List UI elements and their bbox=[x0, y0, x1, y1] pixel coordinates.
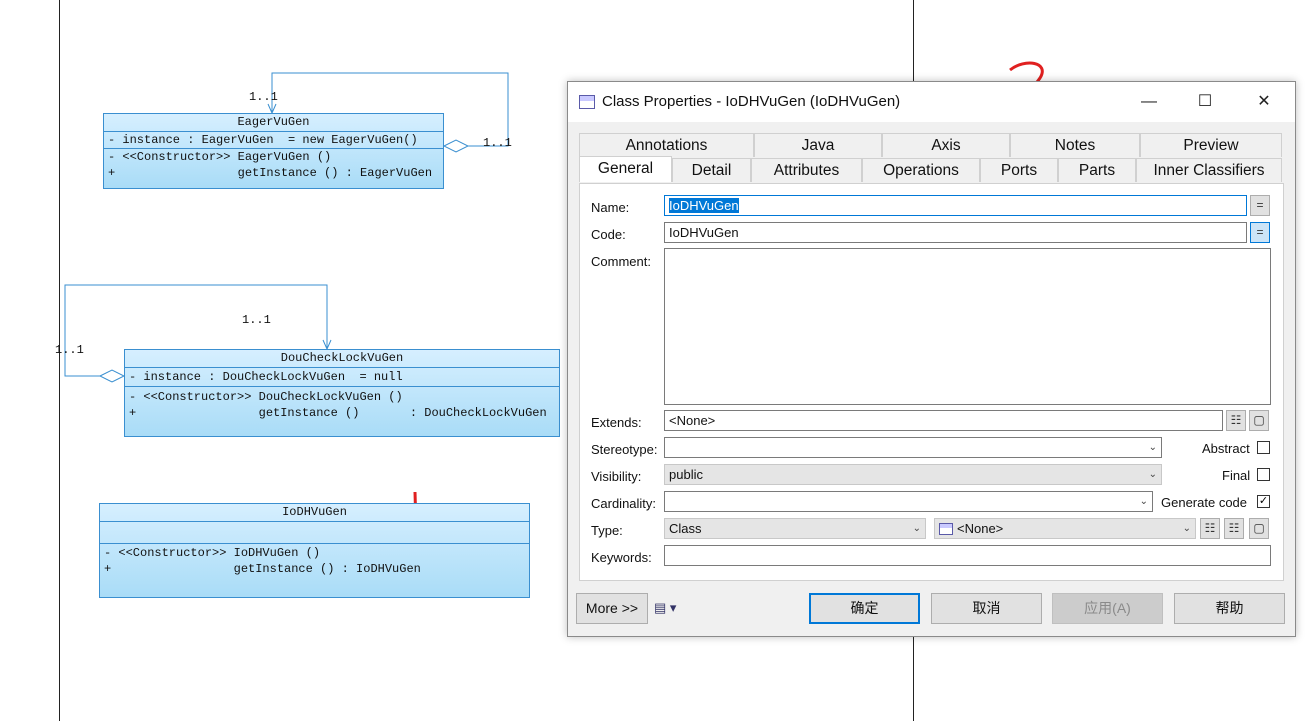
stereotype-combo[interactable]: ⌄ bbox=[664, 437, 1162, 458]
class-doucheckcklockvugen[interactable]: DouCheckLockVuGen - instance : DouCheckL… bbox=[124, 349, 560, 437]
class-properties-dialog: Class Properties - IoDHVuGen (IoDHVuGen)… bbox=[567, 81, 1296, 637]
final-checkbox[interactable] bbox=[1257, 468, 1270, 481]
dialog-titlebar[interactable]: Class Properties - IoDHVuGen (IoDHVuGen)… bbox=[568, 82, 1295, 122]
cardinality-combo[interactable]: ⌄ bbox=[664, 491, 1153, 512]
attribute-row: - instance : DouCheckLockVuGen = null bbox=[129, 370, 403, 384]
dcl-multiplicity-left: 1..1 bbox=[55, 343, 84, 357]
apply-button[interactable]: 应用(A) bbox=[1052, 593, 1163, 624]
tab-notes[interactable]: Notes bbox=[1010, 133, 1140, 157]
attributes-section bbox=[100, 522, 529, 544]
code-field[interactable]: IoDHVuGen bbox=[664, 222, 1247, 243]
chevron-down-icon: ⌄ bbox=[1148, 442, 1157, 453]
operation-row: + getInstance () : IoDHVuGen bbox=[104, 562, 421, 576]
operations-section: - <<Constructor>> IoDHVuGen () + getInst… bbox=[100, 544, 529, 577]
tab-preview[interactable]: Preview bbox=[1140, 133, 1282, 157]
comment-textarea[interactable] bbox=[664, 248, 1271, 405]
name-field[interactable]: IoDHVuGen bbox=[664, 195, 1247, 216]
type-classifier-combo[interactable]: <None> ⌄ bbox=[934, 518, 1196, 539]
keywords-label: Keywords: bbox=[591, 550, 652, 565]
abstract-label: Abstract bbox=[1202, 441, 1250, 456]
operation-row: + getInstance () : DouCheckLockVuGen bbox=[129, 406, 547, 420]
eager-multiplicity-top: 1..1 bbox=[249, 90, 278, 104]
more-button[interactable]: More >> bbox=[576, 593, 648, 624]
keywords-field[interactable] bbox=[664, 545, 1271, 566]
operation-row: - <<Constructor>> IoDHVuGen () bbox=[104, 546, 321, 560]
chevron-down-icon: ⌄ bbox=[1139, 496, 1148, 507]
cardinality-label: Cardinality: bbox=[591, 496, 657, 511]
name-value: IoDHVuGen bbox=[669, 198, 739, 213]
operation-row: - <<Constructor>> DouCheckLockVuGen () bbox=[129, 390, 403, 404]
visibility-combo[interactable]: public ⌄ bbox=[664, 464, 1162, 485]
eager-aggregation-diamond bbox=[442, 139, 470, 153]
minimize-button[interactable]: — bbox=[1126, 82, 1172, 122]
name-label: Name: bbox=[591, 200, 630, 215]
tab-detail[interactable]: Detail bbox=[672, 158, 751, 182]
comment-label: Comment: bbox=[591, 254, 651, 269]
dcl-multiplicity-top: 1..1 bbox=[242, 313, 271, 327]
generate-code-checkbox[interactable]: ✓ bbox=[1257, 495, 1270, 508]
classifier-icon bbox=[939, 523, 953, 535]
extends-value: <None> bbox=[669, 413, 716, 428]
type-combo[interactable]: Class ⌄ bbox=[664, 518, 926, 539]
attributes-section: - instance : EagerVuGen = new EagerVuGen… bbox=[104, 132, 443, 149]
visibility-label: Visibility: bbox=[591, 469, 642, 484]
operations-section: - <<Constructor>> EagerVuGen () + getIns… bbox=[104, 149, 443, 181]
operation-row: + getInstance () : EagerVuGen bbox=[108, 166, 433, 180]
tab-ports[interactable]: Ports bbox=[980, 158, 1058, 182]
tab-attributes[interactable]: Attributes bbox=[751, 158, 862, 182]
tab-operations[interactable]: Operations bbox=[862, 158, 980, 182]
tab-inner-classifiers[interactable]: Inner Classifiers bbox=[1136, 158, 1282, 182]
tab-java[interactable]: Java bbox=[754, 133, 882, 157]
tab-row-back: Annotations Java Axis Notes Preview bbox=[579, 133, 1282, 157]
type-label: Type: bbox=[591, 523, 623, 538]
class-icon bbox=[579, 95, 595, 109]
code-value: IoDHVuGen bbox=[669, 225, 739, 240]
ok-button[interactable]: 确定 bbox=[809, 593, 920, 624]
chevron-down-icon: ⌄ bbox=[1148, 469, 1157, 480]
class-iodhvugen[interactable]: IoDHVuGen - <<Constructor>> IoDHVuGen ()… bbox=[99, 503, 530, 598]
code-label: Code: bbox=[591, 227, 626, 242]
visibility-value: public bbox=[669, 467, 703, 482]
help-button[interactable]: 帮助 bbox=[1174, 593, 1285, 624]
class-title: DouCheckLockVuGen bbox=[125, 350, 559, 368]
tab-parts[interactable]: Parts bbox=[1058, 158, 1136, 182]
tab-general[interactable]: General bbox=[579, 156, 672, 182]
cancel-button[interactable]: 取消 bbox=[931, 593, 1042, 624]
chevron-down-icon: ⌄ bbox=[1182, 523, 1191, 534]
attributes-section: - instance : DouCheckLockVuGen = null bbox=[125, 368, 559, 387]
tab-axis[interactable]: Axis bbox=[882, 133, 1010, 157]
eager-multiplicity-right: 1..1 bbox=[483, 136, 512, 150]
close-button[interactable]: ✕ bbox=[1241, 82, 1287, 122]
extends-select-button[interactable]: ☷ bbox=[1226, 410, 1246, 431]
operation-row: - <<Constructor>> EagerVuGen () bbox=[108, 150, 332, 164]
type-new-button[interactable]: ☷ bbox=[1200, 518, 1220, 539]
type-select-button[interactable]: ☷ bbox=[1224, 518, 1244, 539]
attribute-row: - instance : EagerVuGen = new EagerVuGen… bbox=[108, 133, 418, 147]
tab-annotations[interactable]: Annotations bbox=[579, 133, 754, 157]
extends-field[interactable]: <None> bbox=[664, 410, 1223, 431]
type-value: Class bbox=[669, 521, 702, 536]
type-classifier-value: <None> bbox=[957, 521, 1004, 536]
name-code-sync-button[interactable]: = bbox=[1250, 195, 1270, 216]
dialog-title: Class Properties - IoDHVuGen (IoDHVuGen) bbox=[602, 93, 901, 110]
print-menu-button[interactable]: ▤ ▾ bbox=[654, 600, 688, 618]
chevron-down-icon: ⌄ bbox=[912, 523, 921, 534]
tab-row-front: General Detail Attributes Operations Por… bbox=[579, 156, 1282, 182]
class-title: IoDHVuGen bbox=[100, 504, 529, 522]
type-properties-button[interactable]: ▢ bbox=[1249, 518, 1269, 539]
code-name-sync-button[interactable]: = bbox=[1250, 222, 1270, 243]
extends-properties-button[interactable]: ▢ bbox=[1249, 410, 1269, 431]
abstract-checkbox[interactable] bbox=[1257, 441, 1270, 454]
class-title: EagerVuGen bbox=[104, 114, 443, 132]
final-label: Final bbox=[1222, 468, 1251, 483]
extends-label: Extends: bbox=[591, 415, 642, 430]
class-eagervugen[interactable]: EagerVuGen - instance : EagerVuGen = new… bbox=[103, 113, 444, 189]
dcl-aggregation-diamond bbox=[98, 369, 126, 383]
operations-section: - <<Constructor>> DouCheckLockVuGen () +… bbox=[125, 387, 559, 421]
stereotype-label: Stereotype: bbox=[591, 442, 658, 457]
generate-code-label: Generate code bbox=[1161, 495, 1248, 510]
maximize-button[interactable]: ☐ bbox=[1182, 82, 1228, 122]
